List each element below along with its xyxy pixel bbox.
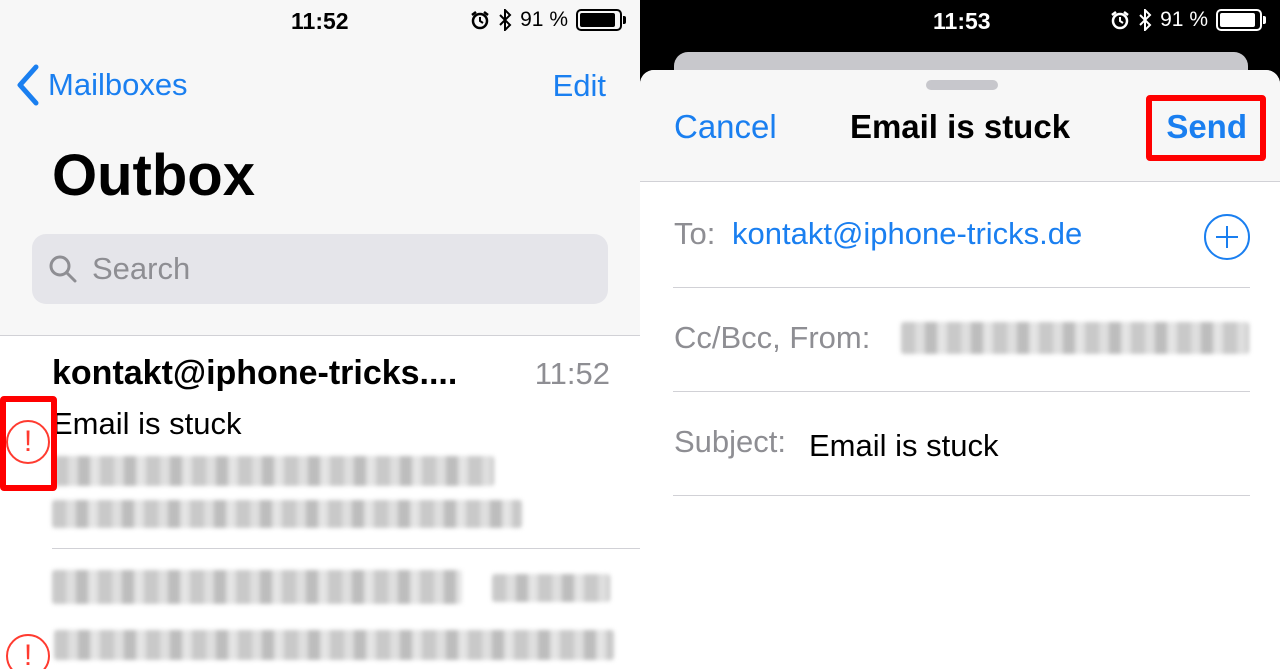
status-icons: 91 % bbox=[470, 8, 626, 32]
alarm-icon bbox=[471, 11, 489, 30]
alarm-icon bbox=[1111, 11, 1129, 30]
to-recipient[interactable]: kontakt@iphone-tricks.de bbox=[732, 216, 1082, 252]
message-time: 11:52 bbox=[534, 356, 610, 391]
message-sender-blurred bbox=[52, 570, 462, 604]
compose-screen: 11:53 91 % Email is stuck Cancel Send To… bbox=[640, 0, 1280, 669]
message-preview-blurred bbox=[52, 500, 522, 528]
highlight-box bbox=[0, 396, 57, 491]
back-label: Mailboxes bbox=[48, 67, 188, 102]
add-contact-icon[interactable] bbox=[1204, 214, 1250, 260]
battery-level bbox=[1220, 13, 1255, 27]
bluetooth-icon bbox=[499, 9, 512, 31]
battery-percent: 91 % bbox=[1160, 8, 1208, 31]
to-label: To: bbox=[674, 216, 716, 251]
status-icons: 91 % bbox=[1110, 8, 1266, 32]
outbox-screen: 11:52 91 % Mailboxes Edit Outbox Search … bbox=[0, 0, 640, 669]
subject-value[interactable]: Email is stuck bbox=[809, 428, 998, 464]
battery-icon bbox=[1216, 9, 1266, 31]
battery-percent: 91 % bbox=[520, 8, 568, 31]
status-bar: 11:53 91 % bbox=[640, 0, 1280, 44]
list-item[interactable] bbox=[52, 550, 640, 669]
from-address-blurred bbox=[901, 322, 1249, 354]
subject-field[interactable]: Subject: Email is stuck bbox=[673, 392, 1250, 496]
sheet-grabber[interactable] bbox=[926, 80, 998, 90]
compose-sheet: Email is stuck Cancel Send To: kontakt@i… bbox=[640, 70, 1280, 669]
message-list: kontakt@iphone-tricks.... 11:52 Email is… bbox=[0, 335, 640, 669]
bluetooth-icon bbox=[1139, 9, 1152, 31]
battery-icon bbox=[576, 9, 626, 31]
status-time: 11:53 bbox=[933, 8, 991, 34]
message-time-blurred bbox=[492, 574, 610, 602]
status-time: 11:52 bbox=[291, 8, 349, 34]
edit-button[interactable]: Edit bbox=[553, 68, 606, 104]
status-bar: 11:52 91 % bbox=[0, 0, 640, 44]
alert-icon[interactable]: ! bbox=[6, 634, 50, 669]
search-placeholder: Search bbox=[92, 251, 191, 286]
list-item[interactable]: kontakt@iphone-tricks.... 11:52 Email is… bbox=[52, 336, 640, 549]
mailboxes-back-button[interactable]: Mailboxes bbox=[16, 64, 188, 106]
page-title: Outbox bbox=[52, 143, 255, 208]
cc-bcc-from-label: Cc/Bcc, From: bbox=[674, 320, 871, 355]
chevron-left-icon bbox=[17, 64, 39, 106]
message-sender: kontakt@iphone-tricks.... bbox=[52, 354, 458, 392]
search-input[interactable]: Search bbox=[32, 234, 608, 304]
highlight-box bbox=[1146, 95, 1266, 161]
cancel-button[interactable]: Cancel bbox=[674, 108, 777, 146]
cc-bcc-from-field[interactable]: Cc/Bcc, From: bbox=[673, 288, 1250, 392]
search-icon bbox=[49, 255, 77, 283]
message-preview-blurred bbox=[54, 456, 494, 486]
subject-label: Subject: bbox=[674, 424, 787, 459]
message-subject: Email is stuck bbox=[52, 406, 242, 441]
message-subject-blurred bbox=[54, 630, 614, 660]
to-field[interactable]: To: kontakt@iphone-tricks.de bbox=[673, 184, 1250, 288]
battery-level bbox=[580, 13, 615, 27]
